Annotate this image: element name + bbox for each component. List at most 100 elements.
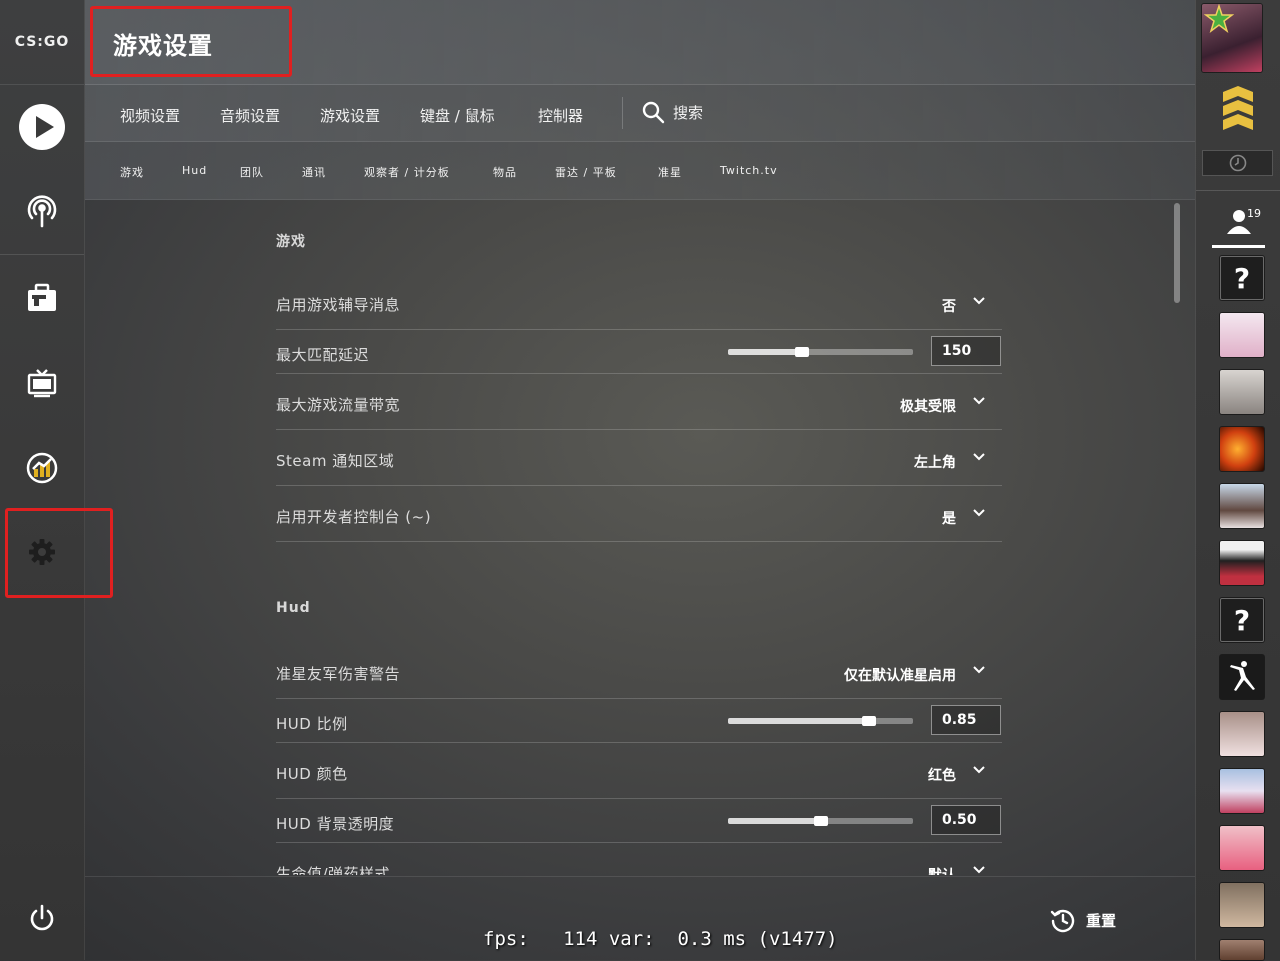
friend-avatar[interactable] (1220, 940, 1264, 960)
tv-icon (27, 369, 57, 398)
subtab-twitch[interactable]: Twitch.tv (720, 164, 778, 177)
setting-label: HUD 颜色 (276, 765, 348, 783)
friend-avatar[interactable] (1220, 769, 1264, 813)
chevron-down-icon[interactable] (972, 763, 986, 777)
friends-count-button[interactable]: 19 (1210, 204, 1270, 244)
setting-row-tutor-messages[interactable]: 启用游戏辅导消息 否 (276, 280, 1002, 330)
setting-value[interactable]: 极其受限 (900, 396, 956, 416)
inventory-button[interactable] (0, 256, 84, 340)
setting-label: HUD 背景透明度 (276, 815, 395, 833)
chevron-down-icon[interactable] (972, 663, 986, 677)
slider-knob[interactable] (861, 716, 876, 726)
tab-divider (622, 97, 623, 129)
friend-avatar[interactable] (1220, 826, 1264, 870)
number-input[interactable]: 150 (931, 336, 1001, 366)
tab-keyboard-mouse[interactable]: 键盘 / 鼠标 (420, 105, 495, 126)
friend-avatar-unknown[interactable]: ? (1220, 598, 1264, 642)
setting-label: 最大游戏流量带宽 (276, 396, 401, 414)
subtab-spectator[interactable]: 观察者 / 计分板 (364, 164, 450, 180)
setting-value[interactable]: 否 (942, 296, 956, 316)
subtab-crosshair[interactable]: 准星 (658, 164, 682, 180)
setting-value[interactable]: 默认 (928, 865, 956, 875)
left-sidebar: CS:GO (0, 0, 85, 960)
setting-row-friendly-fire-warning[interactable]: 准星友军伤害警告 仅在默认准星启用 (276, 649, 1002, 699)
play-button[interactable] (0, 85, 84, 169)
panel-scrollbar[interactable] (1174, 203, 1180, 303)
friend-avatar[interactable] (1220, 541, 1264, 585)
setting-label: 最大匹配延迟 (276, 346, 370, 364)
setting-row-hud-color[interactable]: HUD 颜色 红色 (276, 743, 1002, 799)
subtab-team[interactable]: 团队 (240, 164, 264, 180)
setting-row-max-matchmaking-ping: 最大匹配延迟 150 (276, 330, 1002, 374)
slider[interactable] (728, 716, 913, 726)
slider[interactable] (728, 347, 913, 357)
reset-button[interactable]: 重置 (1050, 907, 1116, 933)
chevron-down-icon[interactable] (972, 394, 986, 408)
slider-knob[interactable] (795, 347, 809, 357)
settings-panel: 游戏 启用游戏辅导消息 否 最大匹配延迟 150 最大游戏流量带宽 极其受限 S… (276, 200, 1002, 875)
search-label: 搜索 (673, 103, 704, 122)
sub-tabs: 游戏 Hud 团队 通讯 观察者 / 计分板 物品 雷达 / 平板 准星 Twi… (85, 142, 1195, 200)
player-avatar[interactable] (1202, 4, 1262, 72)
chevron-rank-icon (1223, 86, 1253, 130)
number-input[interactable]: 0.50 (931, 805, 1001, 835)
stats-button[interactable] (0, 426, 84, 510)
chevron-down-icon[interactable] (972, 450, 986, 464)
slider[interactable] (728, 816, 913, 826)
friend-avatar-unknown[interactable]: ? (1220, 256, 1264, 300)
broadcast-button[interactable] (0, 170, 84, 254)
chevron-down-icon[interactable] (972, 506, 986, 520)
number-input[interactable]: 0.85 (931, 705, 1001, 735)
matchmaking-timer[interactable] (1202, 150, 1273, 176)
tab-controller[interactable]: 控制器 (538, 105, 583, 126)
friend-avatar[interactable] (1220, 313, 1264, 357)
friend-avatar[interactable] (1220, 712, 1264, 756)
friends-count: 19 (1247, 207, 1261, 220)
setting-row-max-bandwidth[interactable]: 最大游戏流量带宽 极其受限 (276, 374, 1002, 430)
setting-row-developer-console[interactable]: 启用开发者控制台 (~) 是 (276, 486, 1002, 542)
setting-value[interactable]: 红色 (928, 765, 956, 785)
profile-rank-badge[interactable] (1218, 86, 1258, 138)
tab-audio[interactable]: 音频设置 (220, 105, 280, 126)
slider-fill (728, 718, 869, 724)
friend-avatar[interactable] (1220, 427, 1264, 471)
setting-label: 生命值/弹药样式 (276, 865, 391, 875)
subtab-radar[interactable]: 雷达 / 平板 (555, 164, 617, 180)
setting-row-health-ammo-style[interactable]: 生命值/弹药样式 默认 (276, 843, 1002, 875)
friend-avatar[interactable] (1220, 370, 1264, 414)
chevron-down-icon[interactable] (972, 294, 986, 308)
jumpman-icon (1230, 661, 1255, 691)
subtab-items[interactable]: 物品 (493, 164, 517, 180)
chevron-down-icon[interactable] (972, 863, 986, 875)
friend-avatar[interactable] (1220, 484, 1264, 528)
slider-fill (728, 818, 821, 824)
setting-value[interactable]: 左上角 (914, 452, 956, 472)
setting-label: Steam 通知区域 (276, 452, 395, 470)
csgo-logo[interactable]: CS:GO (0, 0, 84, 85)
slider-knob[interactable] (813, 816, 828, 826)
setting-label: 启用游戏辅导消息 (276, 296, 401, 314)
play-icon (19, 104, 65, 150)
search-button[interactable]: 搜索 (641, 100, 703, 124)
power-button[interactable] (0, 876, 84, 960)
setting-row-steam-notification[interactable]: Steam 通知区域 左上角 (276, 430, 1002, 486)
tab-video[interactable]: 视频设置 (120, 105, 180, 126)
subtab-game[interactable]: 游戏 (120, 164, 144, 180)
tab-game[interactable]: 游戏设置 (320, 105, 380, 126)
search-icon (642, 101, 665, 124)
setting-label: HUD 比例 (276, 715, 348, 733)
subtab-comms[interactable]: 通讯 (302, 164, 326, 180)
setting-row-hud-scale: HUD 比例 0.85 (276, 699, 1002, 743)
title-highlight-box (90, 6, 292, 77)
clock-icon (1229, 154, 1246, 172)
friend-avatar[interactable] (1220, 655, 1264, 699)
friends-tab-indicator (1212, 245, 1265, 248)
panel-divider (1196, 190, 1280, 191)
friend-avatar[interactable] (1220, 883, 1264, 927)
section-title-game: 游戏 (276, 234, 306, 250)
watch-button[interactable] (0, 341, 84, 425)
subtab-hud[interactable]: Hud (182, 164, 207, 177)
power-icon (30, 904, 54, 931)
setting-value[interactable]: 仅在默认准星启用 (844, 665, 956, 685)
setting-value[interactable]: 是 (942, 508, 956, 528)
